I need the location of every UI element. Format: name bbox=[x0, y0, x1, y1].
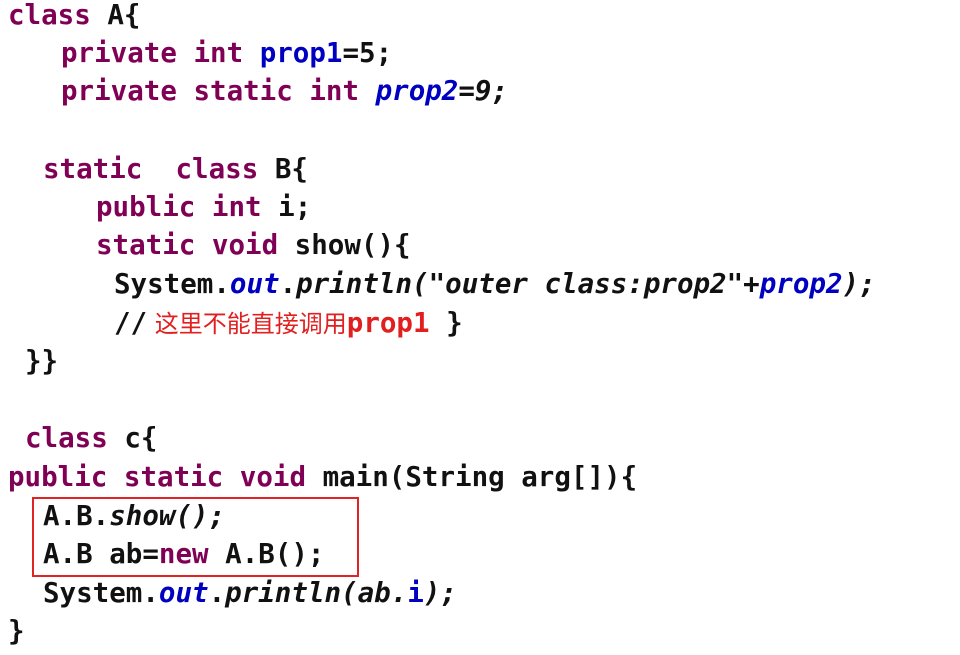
keyword: private static int bbox=[61, 75, 360, 107]
code-text: main(String arg[]){ bbox=[306, 461, 638, 493]
code-text: System. bbox=[43, 577, 159, 609]
field-name: prop1 bbox=[259, 37, 343, 69]
code-text: =5; bbox=[342, 37, 393, 69]
code-text: println(ab. bbox=[225, 577, 408, 609]
static-field-name: prop2 bbox=[759, 268, 843, 300]
code-text: show(){ bbox=[278, 229, 411, 261]
code-text: . bbox=[208, 577, 226, 609]
field-name: i bbox=[407, 577, 424, 609]
keyword: static bbox=[43, 153, 143, 185]
code-line-15: } bbox=[8, 612, 25, 650]
comment-field-name: prop1 bbox=[346, 307, 430, 339]
code-line-8: // 这里不能直接调用prop1 } bbox=[8, 304, 463, 342]
code-line-1: class A{ bbox=[8, 0, 140, 34]
keyword: class bbox=[8, 0, 91, 31]
keyword: class bbox=[175, 153, 259, 185]
keyword: private int bbox=[61, 37, 244, 69]
code-line-4: static class B{ bbox=[8, 150, 308, 188]
static-field-name: out bbox=[158, 577, 209, 609]
comment-slashes: // bbox=[114, 307, 148, 339]
keyword: static void bbox=[96, 229, 279, 261]
code-text: } bbox=[8, 615, 25, 647]
code-line-10: class c{ bbox=[8, 419, 157, 457]
code-text: System. bbox=[114, 268, 230, 300]
code-line-3: private static int prop2=9; bbox=[8, 72, 508, 110]
highlight-box bbox=[32, 497, 359, 577]
static-field-name: out bbox=[229, 268, 280, 300]
keyword: public static void bbox=[8, 461, 307, 493]
code-text: c{ bbox=[107, 422, 158, 454]
code-line-7: System.out.println("outer class:prop2"+p… bbox=[8, 265, 876, 303]
code-line-5: public int i; bbox=[8, 188, 311, 226]
code-text: A{ bbox=[90, 0, 141, 31]
code-text: B{ bbox=[258, 153, 308, 185]
code-line-9: }} bbox=[8, 342, 58, 380]
code-listing: class A{ private int prop1=5; private st… bbox=[0, 0, 960, 655]
code-line-6: static void show(){ bbox=[8, 226, 411, 264]
code-text: ); bbox=[842, 268, 876, 300]
code-text: =9; bbox=[458, 75, 509, 107]
code-line-2: private int prop1=5; bbox=[8, 34, 392, 72]
comment-text: 这里不能直接调用 bbox=[147, 310, 347, 338]
code-text: ); bbox=[423, 577, 457, 609]
code-text: }} bbox=[25, 345, 59, 377]
code-text: println("outer class:prop2"+ bbox=[296, 268, 760, 300]
code-text: i; bbox=[261, 191, 312, 223]
code-line-14: System.out.println(ab.i); bbox=[8, 574, 457, 612]
keyword: public int bbox=[96, 191, 262, 223]
code-text: } bbox=[429, 307, 463, 339]
keyword: class bbox=[25, 422, 108, 454]
code-line-11: public static void main(String arg[]){ bbox=[8, 458, 637, 496]
static-field-name: prop2 bbox=[375, 75, 459, 107]
code-text: . bbox=[279, 268, 297, 300]
